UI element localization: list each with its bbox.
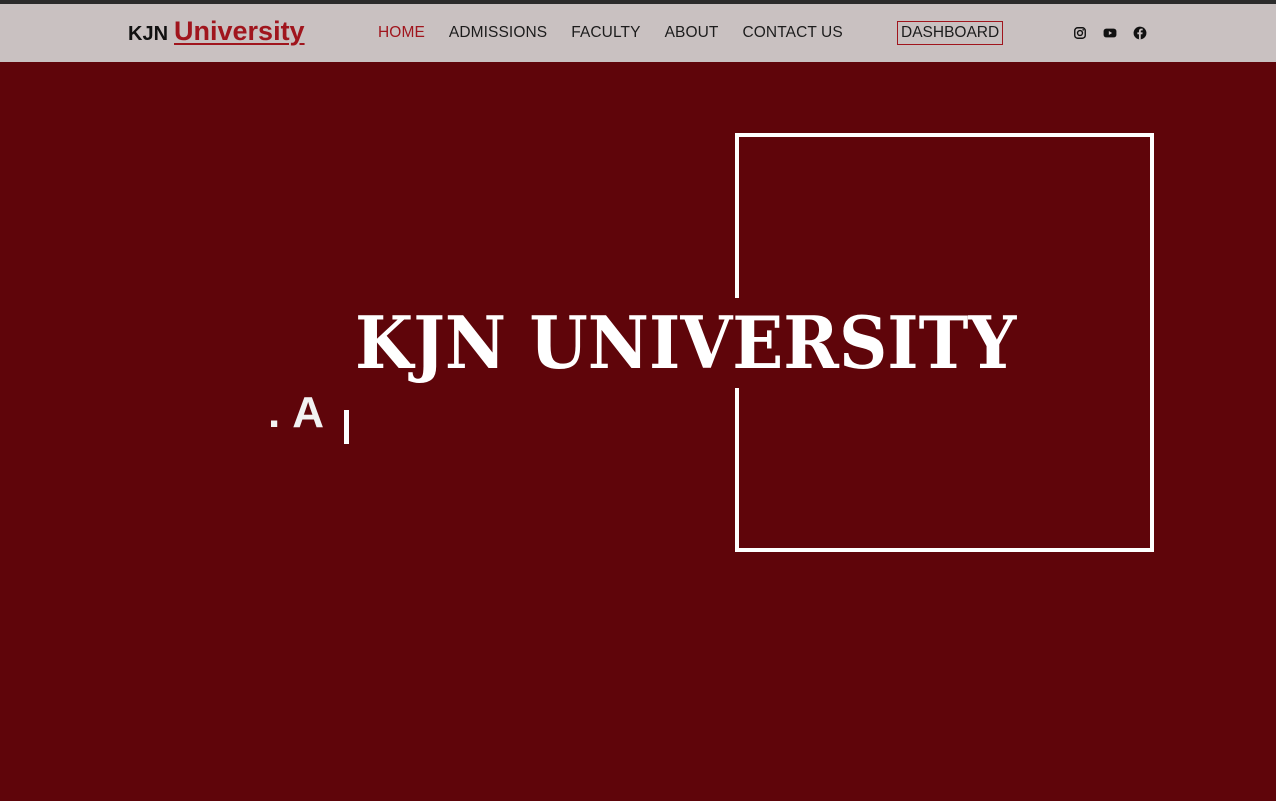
facebook-icon[interactable] [1133, 26, 1147, 40]
nav-home[interactable]: HOME [378, 24, 425, 42]
typed-text: . A [268, 388, 324, 438]
nav-about[interactable]: ABOUT [665, 24, 719, 42]
typed-word: A [292, 388, 325, 437]
nav-admissions[interactable]: ADMISSIONS [449, 24, 547, 42]
hero-title: KJN UNIVERSITY [355, 300, 1017, 385]
instagram-icon[interactable] [1073, 26, 1087, 40]
nav-contact-us[interactable]: CONTACT US [742, 24, 842, 42]
dashboard-button[interactable]: DASHBOARD [897, 21, 1004, 45]
youtube-icon[interactable] [1103, 26, 1117, 40]
nav-faculty[interactable]: FACULTY [571, 24, 640, 42]
typed-prefix: . [268, 388, 281, 437]
social-links [1073, 26, 1147, 40]
brand-name: University [174, 16, 305, 46]
navbar: KJN University HOME ADMISSIONS FACULTY A… [0, 4, 1276, 62]
brand-logo[interactable]: KJN University [128, 16, 305, 47]
main-nav: HOME ADMISSIONS FACULTY ABOUT CONTACT US [378, 24, 843, 42]
typing-caret [344, 410, 349, 444]
brand-prefix: KJN [128, 23, 169, 45]
